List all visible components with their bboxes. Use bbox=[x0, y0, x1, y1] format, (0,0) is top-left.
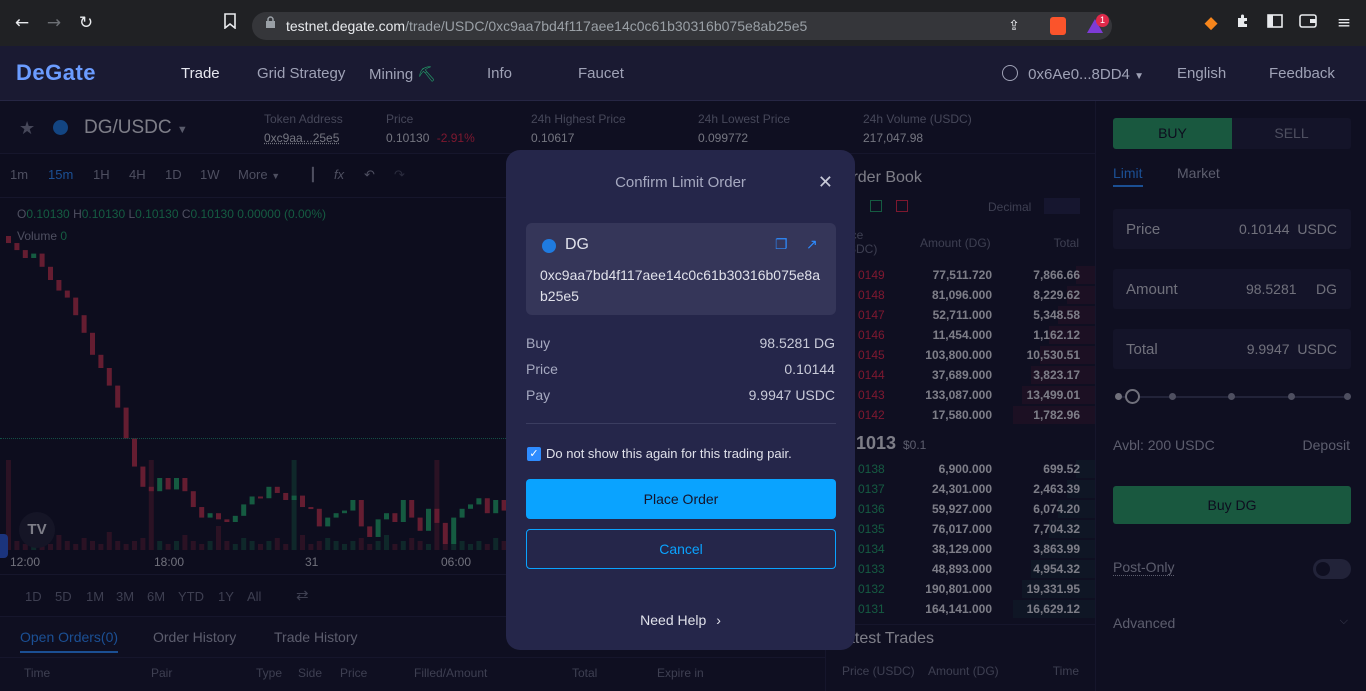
token-card: DG ❐ ↗ 0xc9aa7bd4f117aee14c0c61b30316b07… bbox=[526, 223, 836, 315]
modal-title: Confirm Limit Order bbox=[615, 174, 746, 191]
price-row-label: Price bbox=[526, 361, 558, 377]
price-row: Price 0.10144 bbox=[526, 361, 835, 377]
buy-row-label: Buy bbox=[526, 335, 551, 351]
nav-mining-label: Mining bbox=[369, 66, 414, 83]
browser-toolbar: ← → ↻ testnet.degate.com/trade/USDC/0xc9… bbox=[0, 0, 1366, 46]
address-bar[interactable]: testnet.degate.com/trade/USDC/0xc9aa7bd4… bbox=[252, 12, 1112, 40]
dont-show-label[interactable]: Do not show this again for this trading … bbox=[546, 446, 792, 461]
external-link-icon[interactable]: ↗ bbox=[806, 236, 818, 253]
token-symbol: DG bbox=[565, 236, 589, 253]
copy-icon[interactable]: ❐ bbox=[775, 236, 788, 253]
dont-show-checkbox[interactable]: ✓ bbox=[527, 447, 541, 461]
pay-row-label: Pay bbox=[526, 387, 551, 403]
user-icon bbox=[1002, 65, 1018, 81]
nav-mining[interactable]: Mining ⛏ bbox=[369, 65, 436, 83]
url-text: testnet.degate.com/trade/USDC/0xc9aa7bd4… bbox=[286, 18, 808, 34]
chevron-down-icon: ▼ bbox=[1134, 71, 1144, 82]
reload-icon[interactable]: ↻ bbox=[76, 13, 96, 33]
nav-grid-strategy[interactable]: Grid Strategy bbox=[257, 65, 345, 82]
account-menu[interactable]: 0x6Ae0...8DD4 ▼ bbox=[1002, 65, 1144, 83]
account-address: 0x6Ae0...8DD4 bbox=[1028, 66, 1130, 83]
extensions-icon[interactable] bbox=[1233, 13, 1253, 33]
cancel-button[interactable]: Cancel bbox=[526, 529, 836, 569]
feedback-link[interactable]: Feedback bbox=[1269, 65, 1335, 82]
share-icon[interactable]: ⇪ bbox=[1004, 16, 1024, 36]
pay-row-value: 9.9947 USDC bbox=[748, 387, 835, 403]
lock-icon bbox=[260, 16, 280, 36]
token-address: 0xc9aa7bd4f117aee14c0c61b30316b075e8ab25… bbox=[540, 267, 821, 304]
need-help-label: Need Help bbox=[640, 612, 707, 628]
pickaxe-icon: ⛏ bbox=[417, 66, 437, 83]
wallet-icon[interactable] bbox=[1298, 13, 1318, 33]
language-selector[interactable]: English bbox=[1177, 65, 1226, 82]
close-icon[interactable]: ✕ bbox=[818, 172, 833, 193]
menu-icon[interactable]: ≡ bbox=[1334, 13, 1354, 33]
sidebar-icon[interactable] bbox=[1265, 13, 1285, 33]
back-icon[interactable]: ← bbox=[12, 13, 32, 33]
brave-shield-icon[interactable] bbox=[1050, 17, 1066, 35]
price-row-value: 0.10144 bbox=[784, 361, 835, 377]
nav-info[interactable]: Info bbox=[487, 65, 512, 82]
confirm-limit-order-dialog: Confirm Limit Order ✕ DG ❐ ↗ 0xc9aa7bd4f… bbox=[506, 150, 855, 650]
pay-row: Pay 9.9947 USDC bbox=[526, 387, 835, 403]
need-help-link[interactable]: Need Help › bbox=[506, 612, 855, 628]
modal-divider bbox=[526, 423, 836, 424]
chevron-right-icon: › bbox=[716, 612, 721, 628]
logo[interactable]: DeGate bbox=[16, 60, 96, 86]
nav-trade[interactable]: Trade bbox=[181, 65, 220, 82]
metamask-icon[interactable]: ◆ bbox=[1201, 13, 1221, 33]
rewards-badge: 1 bbox=[1096, 14, 1109, 27]
buy-row-value: 98.5281 DG bbox=[759, 335, 836, 351]
brave-rewards-icon[interactable]: 1 bbox=[1086, 14, 1109, 34]
dg-token-icon bbox=[542, 239, 556, 253]
app-navbar: DeGate Trade Grid Strategy Mining ⛏ Info… bbox=[0, 46, 1366, 101]
place-order-button[interactable]: Place Order bbox=[526, 479, 836, 519]
forward-icon[interactable]: → bbox=[44, 13, 64, 33]
nav-faucet[interactable]: Faucet bbox=[578, 65, 624, 82]
buy-row: Buy 98.5281 DG bbox=[526, 335, 835, 351]
bookmark-icon[interactable] bbox=[220, 13, 240, 33]
